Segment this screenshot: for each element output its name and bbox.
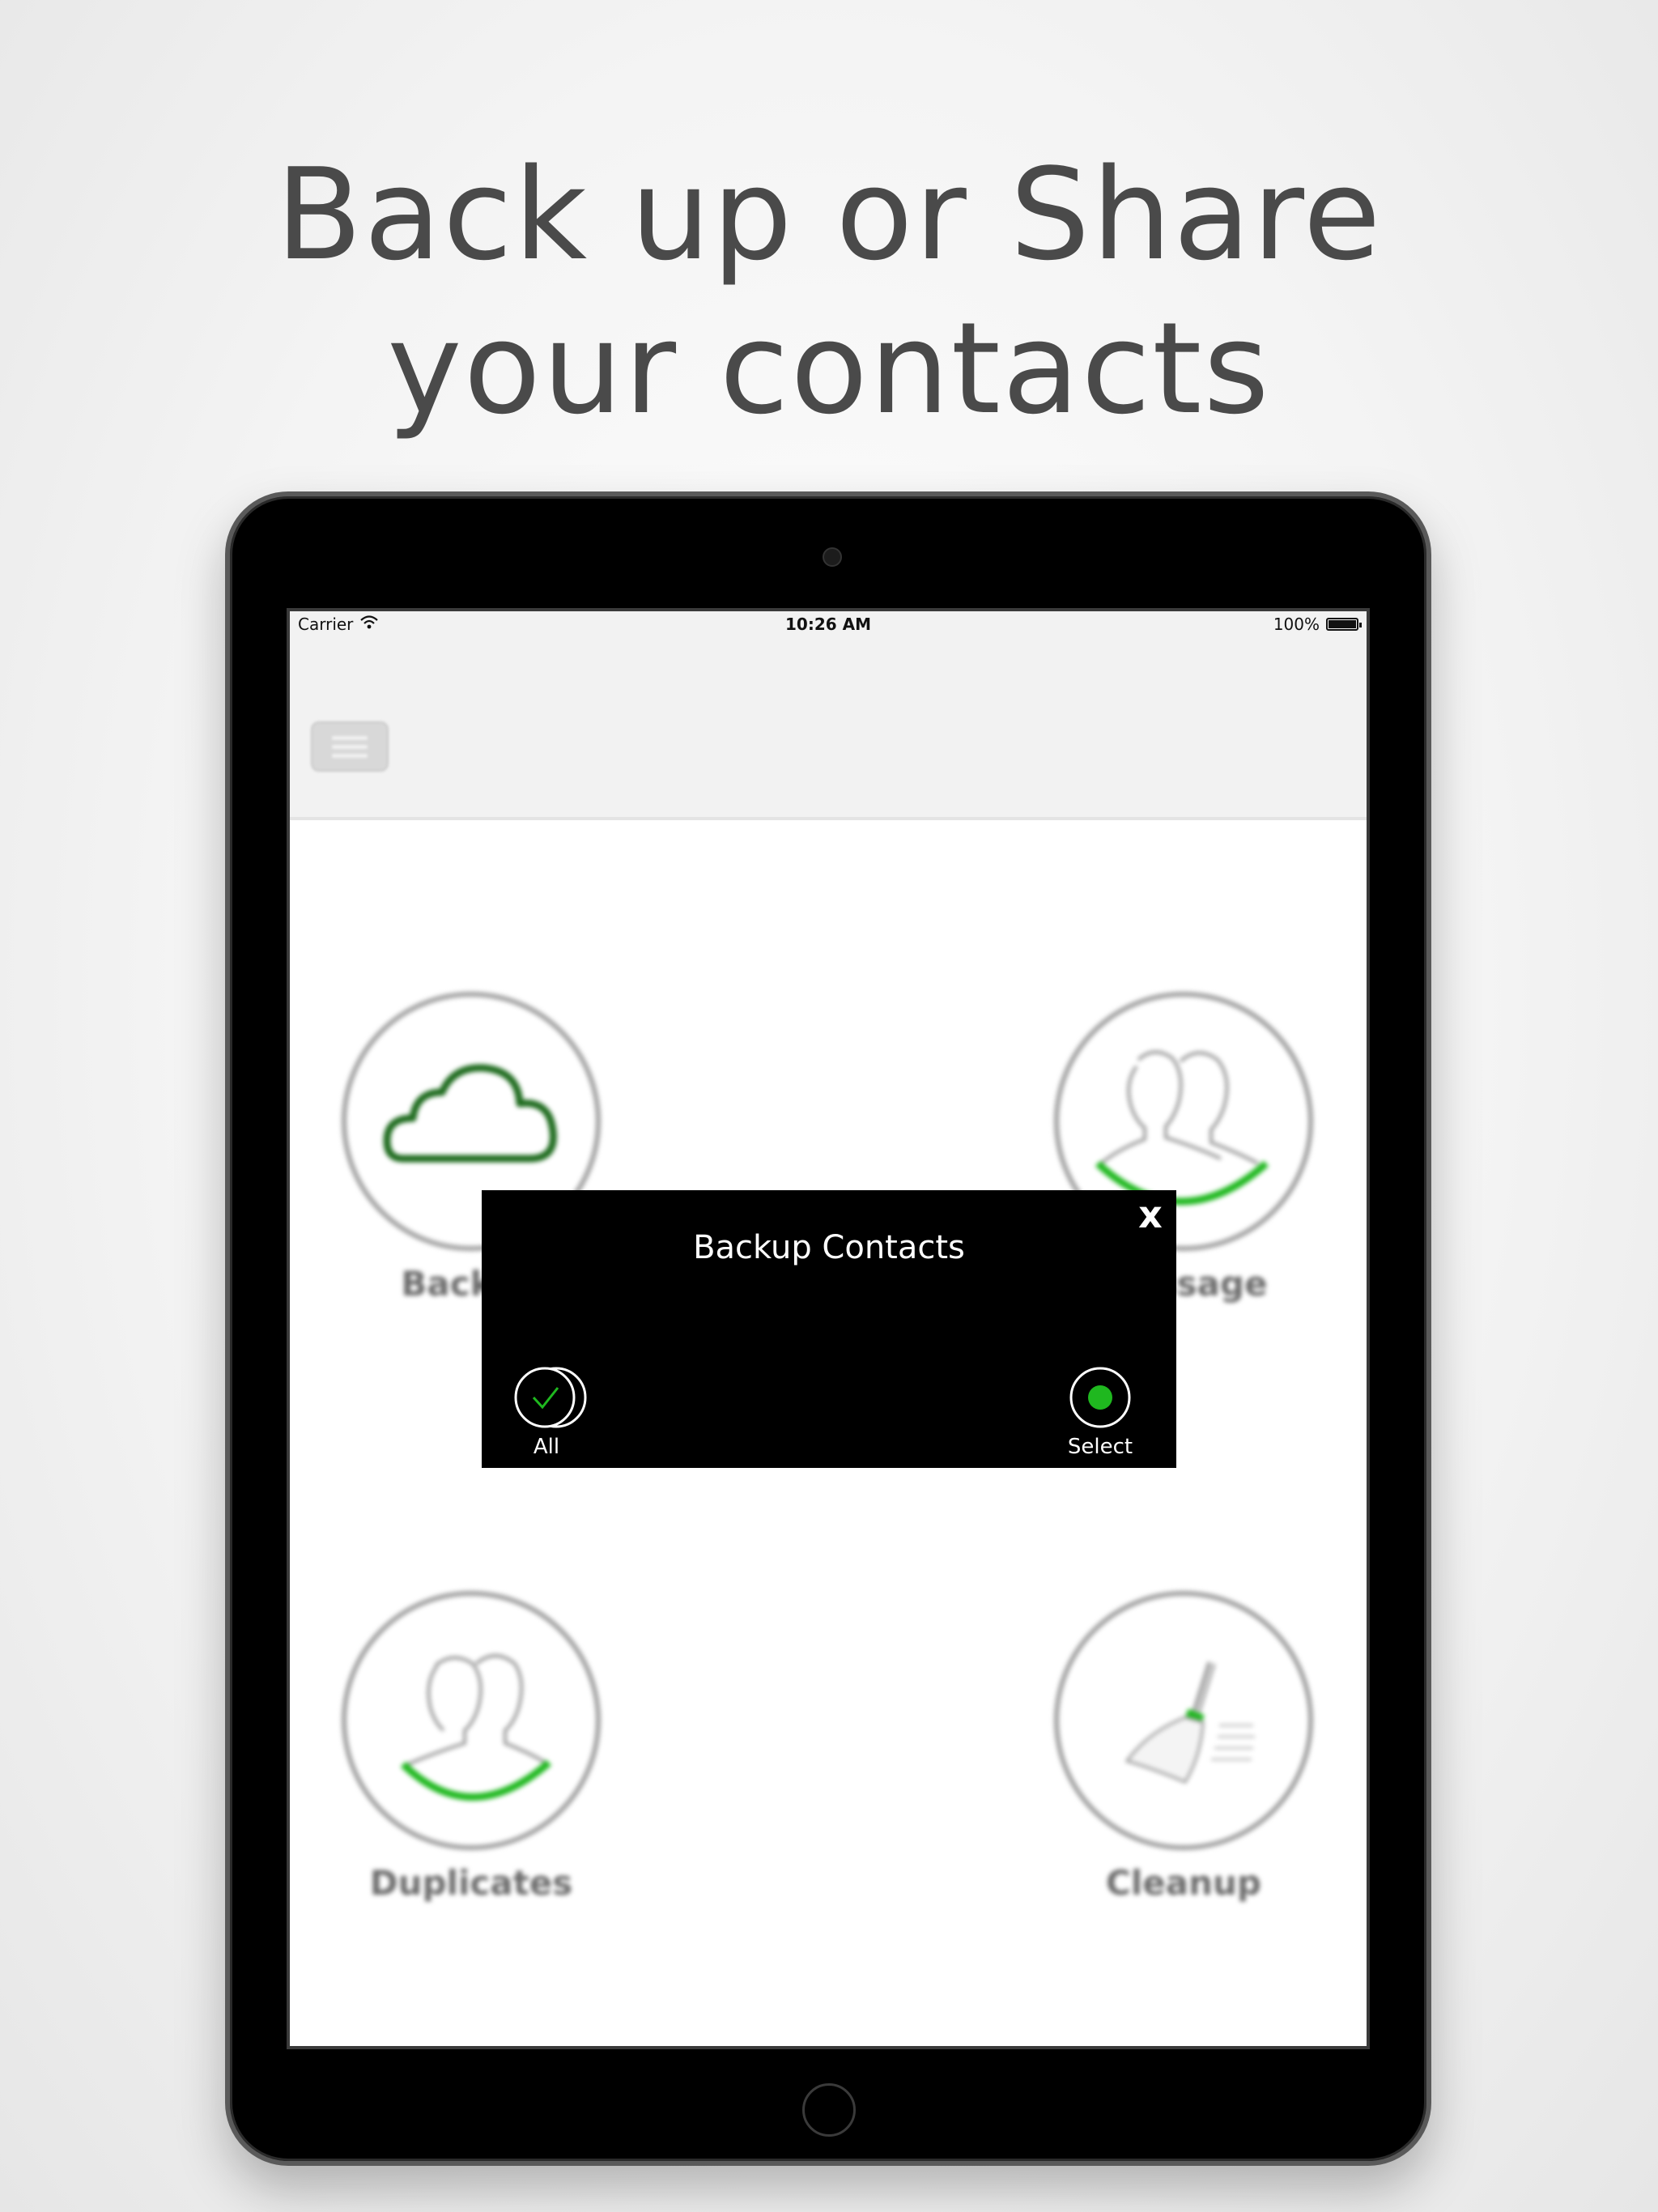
check-all-icon (514, 1367, 587, 1428)
battery-percent: 100% (1273, 615, 1320, 634)
select-option-label: Select (1067, 1435, 1133, 1459)
all-option[interactable]: All (498, 1365, 595, 1462)
nav-bar (290, 637, 1367, 820)
cleanup-label: Cleanup (1106, 1863, 1261, 1903)
battery-icon (1326, 618, 1362, 631)
headline: Back up or Share your contacts (0, 138, 1658, 445)
radio-selected-icon (1069, 1367, 1131, 1428)
home-button[interactable] (802, 2083, 856, 2137)
all-option-label: All (533, 1435, 560, 1459)
status-bar: Carrier 10:26 AM 100% (290, 611, 1367, 637)
camera-icon (823, 547, 842, 567)
close-button[interactable]: x (1133, 1193, 1168, 1236)
select-option[interactable]: Select (1052, 1365, 1149, 1462)
headline-line-1: Back up or Share (275, 141, 1383, 288)
backup-contacts-dialog: Backup Contacts x All Select (482, 1190, 1176, 1468)
duplicate-contacts-icon (342, 1591, 601, 1850)
hamburger-menu-icon[interactable] (311, 721, 389, 772)
status-time: 10:26 AM (784, 615, 871, 634)
headline-line-2: your contacts (387, 295, 1271, 442)
duplicates-label: Duplicates (369, 1863, 573, 1903)
dialog-title: Backup Contacts (693, 1229, 965, 1266)
broom-icon (1054, 1591, 1313, 1850)
